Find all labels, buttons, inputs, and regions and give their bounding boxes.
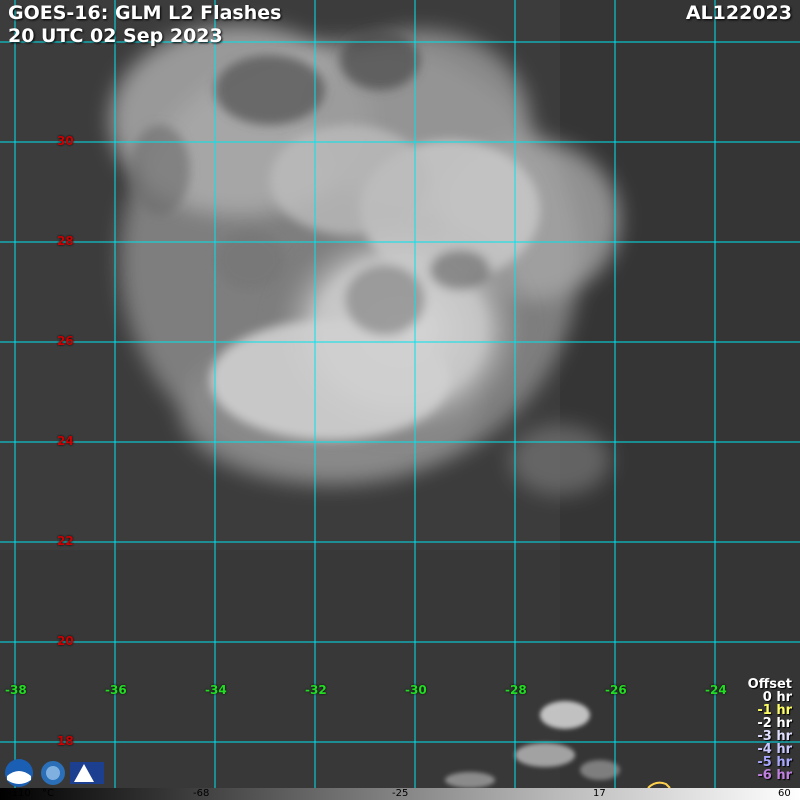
longitude-label: -32 xyxy=(305,683,327,697)
longitude-label: -38 xyxy=(5,683,27,697)
cira-logo xyxy=(70,762,104,784)
latitude-label: 24 xyxy=(57,434,74,448)
offset-legend-item: -6 hr xyxy=(757,768,792,783)
longitude-label: -34 xyxy=(205,683,227,697)
latitude-label: 18 xyxy=(57,734,74,748)
storm-id-label: AL122023 xyxy=(685,2,792,24)
colorbar-label: 60 xyxy=(778,788,791,799)
colorbar-label: -110 xyxy=(8,788,31,799)
product-title: GOES-16: GLM L2 Flashes xyxy=(8,2,282,24)
offset-legend: Offset 0 hr -1 hr -2 hr -3 hr -4 hr -5 hr -6 h… xyxy=(748,678,792,782)
colorbar-label: -68 xyxy=(193,788,210,799)
latitude-label: 26 xyxy=(57,334,74,348)
agency-logos xyxy=(5,759,104,787)
latitude-label: 20 xyxy=(57,634,74,648)
colorbar-label: °C xyxy=(42,788,54,799)
noaa-logo xyxy=(5,759,33,787)
latitude-label: 28 xyxy=(57,234,74,248)
datetime-label: 20 UTC 02 Sep 2023 xyxy=(8,25,223,47)
colorbar-label: 17 xyxy=(593,788,606,799)
longitude-label: -24 xyxy=(705,683,727,697)
longitude-label: -30 xyxy=(405,683,427,697)
nesdis-logo xyxy=(41,761,65,785)
longitude-label: -28 xyxy=(505,683,527,697)
longitude-label: -36 xyxy=(105,683,127,697)
satellite-image xyxy=(0,0,800,800)
latitude-label: 22 xyxy=(57,534,74,548)
latitude-label: 30 xyxy=(57,134,74,148)
colorbar-label: -25 xyxy=(392,788,409,799)
longitude-label: -26 xyxy=(605,683,627,697)
